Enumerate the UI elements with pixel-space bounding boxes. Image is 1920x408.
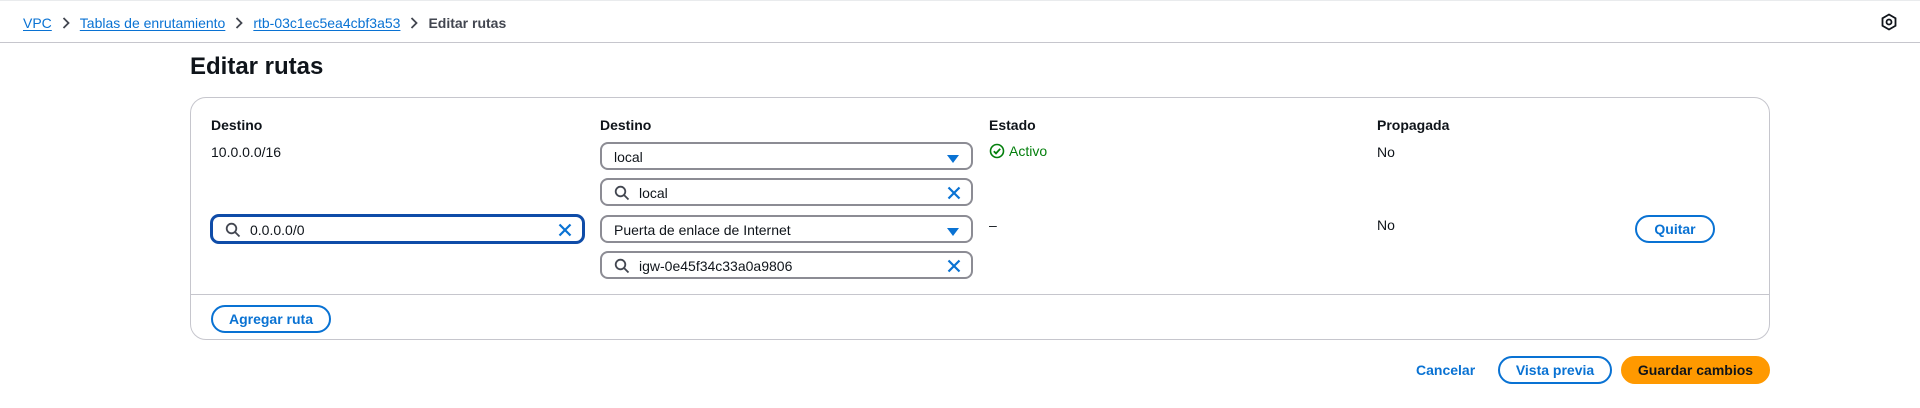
breadcrumb-route-table-id[interactable]: rtb-03c1ec5ea4cbf3a53 (253, 15, 400, 31)
search-icon (614, 185, 630, 201)
breadcrumb-route-tables[interactable]: Tablas de enrutamiento (80, 15, 226, 31)
propagated-1: No (1377, 144, 1395, 160)
clear-icon[interactable] (945, 184, 963, 202)
target-search-input-1[interactable]: local (600, 178, 973, 206)
cancel-button[interactable]: Cancelar (1416, 362, 1475, 378)
chevron-right-icon (52, 17, 80, 29)
breadcrumb-vpc[interactable]: VPC (23, 15, 52, 31)
caret-down-icon (947, 224, 959, 236)
search-icon (225, 222, 241, 238)
target-search-input-2[interactable]: igw-0e45f34c33a0a9806 (600, 251, 973, 279)
routes-panel: Destino Destino Estado Propagada 10.0.0.… (190, 97, 1770, 340)
target-search-value: igw-0e45f34c33a0a9806 (639, 258, 793, 274)
target-type-select-2[interactable]: Puerta de enlace de Internet (600, 215, 973, 243)
save-changes-button[interactable]: Guardar cambios (1621, 356, 1770, 384)
route-destination-1: 10.0.0.0/16 (211, 144, 282, 160)
status-active: Activo (989, 143, 1047, 159)
clear-icon[interactable] (945, 257, 963, 275)
breadcrumb-current: Editar rutas (428, 15, 507, 31)
panel-divider (191, 294, 1769, 295)
clear-icon[interactable] (556, 221, 574, 239)
propagated-2: No (1377, 217, 1395, 233)
destination-input-2[interactable]: 0.0.0.0/0 (211, 215, 584, 243)
chevron-right-icon (400, 17, 428, 29)
header-propagated: Propagada (1377, 117, 1450, 133)
chevron-right-icon (225, 17, 253, 29)
top-bar: VPC Tablas de enrutamiento rtb-03c1ec5ea… (0, 0, 1920, 43)
target-type-value: Puerta de enlace de Internet (614, 222, 791, 238)
status-success-icon (989, 143, 1005, 159)
page-title: Editar rutas (190, 53, 324, 80)
preview-button[interactable]: Vista previa (1498, 356, 1612, 384)
status-text: Activo (1009, 143, 1048, 159)
target-type-value: local (614, 149, 643, 165)
destination-value: 0.0.0.0/0 (250, 222, 305, 238)
target-search-value: local (639, 185, 668, 201)
header-destination: Destino (211, 117, 263, 133)
preferences-icon[interactable] (1880, 13, 1898, 31)
status-empty: – (989, 217, 997, 233)
header-status: Estado (989, 117, 1036, 133)
caret-down-icon (947, 151, 959, 163)
breadcrumb: VPC Tablas de enrutamiento rtb-03c1ec5ea… (23, 15, 506, 31)
target-type-select-1[interactable]: local (600, 142, 973, 170)
search-icon (614, 258, 630, 274)
remove-route-button[interactable]: Quitar (1635, 215, 1715, 243)
header-target: Destino (600, 117, 652, 133)
add-route-button[interactable]: Agregar ruta (211, 305, 331, 333)
